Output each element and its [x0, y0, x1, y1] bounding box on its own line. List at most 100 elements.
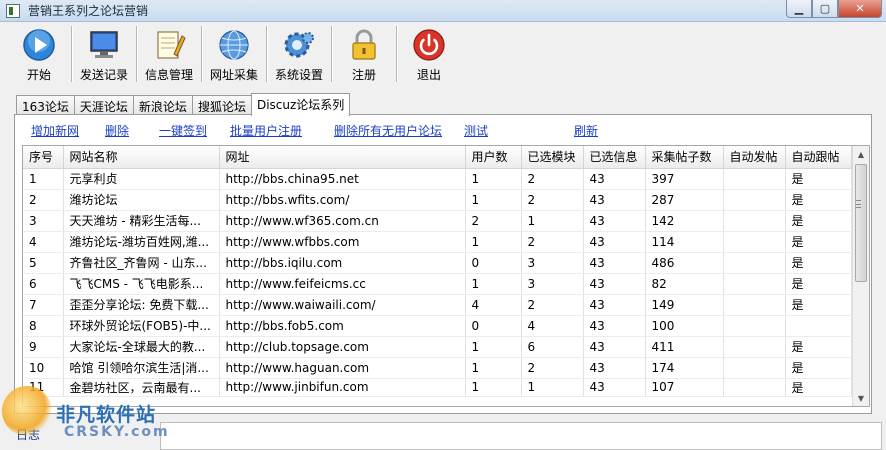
- col-index[interactable]: 序号: [23, 146, 64, 169]
- delete-link[interactable]: 删除: [105, 122, 129, 139]
- close-button[interactable]: ✕: [838, 0, 882, 18]
- forum-tabs: 163论坛 天涯论坛 新浪论坛 搜狐论坛 Discuz论坛系列: [16, 93, 351, 116]
- one-click-signin-link[interactable]: 一键签到: [159, 122, 207, 139]
- table-row[interactable]: 1 元享利贞 http://bbs.china95.net 1 2 43 397 是: [23, 168, 852, 190]
- scroll-thumb[interactable]: [855, 164, 867, 282]
- cell-auto-reply: 是: [785, 231, 852, 253]
- log-textbox[interactable]: [160, 422, 882, 450]
- cell-auto-post: [723, 231, 786, 253]
- cell-url: http://bbs.china95.net: [219, 168, 466, 190]
- send-log-button[interactable]: 发送记录: [73, 22, 135, 84]
- refresh-link[interactable]: 刷新: [574, 122, 598, 139]
- cell-auto-reply: 是: [785, 189, 852, 211]
- cell-auto-reply: 是: [785, 336, 852, 358]
- table-header: 序号 网站名称 网址 用户数 已选模块 已选信息 采集帖子数 自动发帖 自动跟帖: [23, 146, 852, 169]
- col-user-count[interactable]: 用户数: [465, 146, 522, 169]
- watermark-cn: 非凡软件站: [56, 404, 157, 426]
- register-button[interactable]: 注册: [333, 22, 395, 84]
- cell-selected-info: 43: [583, 231, 646, 253]
- cell-user-count: 1: [465, 231, 522, 253]
- cell-site-name: 歪歪分享论坛: 免费下载...: [63, 294, 220, 316]
- cell-user-count: 1: [465, 378, 522, 397]
- delete-no-user-forums-link[interactable]: 删除所有无用户论坛: [334, 122, 442, 139]
- tab-163[interactable]: 163论坛: [16, 95, 75, 116]
- col-collected-posts[interactable]: 采集帖子数: [645, 146, 724, 169]
- table-row[interactable]: 5 齐鲁社区_齐鲁网 - 山东... http://bbs.iqilu.com 0 3 4…: [23, 252, 852, 274]
- cell-collected-posts: 411: [645, 336, 724, 358]
- cell-selected-info: 43: [583, 273, 646, 295]
- table-row[interactable]: 9 大家论坛-全球最大的教... http://club.topsage.com 1 6…: [23, 336, 852, 358]
- forum-table: 序号 网站名称 网址 用户数 已选模块 已选信息 采集帖子数 自动发帖 自动跟帖…: [22, 145, 870, 407]
- cell-index: 3: [23, 210, 64, 232]
- vertical-scrollbar[interactable]: ▲ ▼: [852, 146, 869, 406]
- cell-collected-posts: 82: [645, 273, 724, 295]
- cell-index: 9: [23, 336, 64, 358]
- cell-index: 8: [23, 315, 64, 337]
- table-row[interactable]: 2 潍坊论坛 http://bbs.wfits.com/1 2 43 287 是: [23, 189, 852, 211]
- info-manage-button[interactable]: 信息管理: [138, 22, 200, 84]
- cell-site-name: 大家论坛-全球最大的教...: [63, 336, 220, 358]
- table-body: 1 元享利贞 http://bbs.china95.net 1 2 43 397 是 2 潍坊论坛…: [23, 168, 852, 397]
- cell-auto-post: [723, 378, 786, 397]
- table-row[interactable]: 6 飞飞CMS - 飞飞电影系... http://www.feifeicms.cc…: [23, 273, 852, 295]
- cell-url: http://www.haguan.com: [219, 357, 466, 379]
- window-controls: ▁ ▢ ✕: [786, 0, 882, 18]
- toolbar-separator: [331, 26, 332, 82]
- cell-selected-info: 43: [583, 378, 646, 397]
- url-collect-button[interactable]: 网址采集: [203, 22, 265, 84]
- globe-icon: [219, 30, 249, 60]
- table-row[interactable]: 7 歪歪分享论坛: 免费下载... http://www.waiwaili.com/…: [23, 294, 852, 316]
- cell-auto-post: [723, 273, 786, 295]
- cell-site-name: 哈馆 引领哈尔滨生活|消...: [63, 357, 220, 379]
- cell-auto-post: [723, 336, 786, 358]
- col-site-name[interactable]: 网站名称: [63, 146, 220, 169]
- tab-tianya[interactable]: 天涯论坛: [73, 95, 134, 116]
- col-selected-modules[interactable]: 已选模块: [521, 146, 584, 169]
- cell-user-count: 1: [465, 273, 522, 295]
- toolbar-separator: [266, 26, 267, 82]
- cell-selected-info: 43: [583, 294, 646, 316]
- table-row[interactable]: 8 环球外贸论坛(FOB5)-中... http://bbs.fob5.com 0 4 4…: [23, 315, 852, 337]
- col-auto-reply[interactable]: 自动跟帖: [785, 146, 852, 169]
- minimize-button[interactable]: ▁: [786, 0, 812, 18]
- add-site-link[interactable]: 增加新网: [31, 122, 79, 139]
- cell-selected-info: 43: [583, 168, 646, 190]
- col-auto-post[interactable]: 自动发帖: [723, 146, 786, 169]
- cell-selected-modules: 4: [521, 315, 584, 337]
- cell-url: http://www.feifeicms.cc: [219, 273, 466, 295]
- cell-user-count: 1: [465, 357, 522, 379]
- cell-auto-post: [723, 189, 786, 211]
- cell-user-count: 4: [465, 294, 522, 316]
- scroll-up-arrow-icon[interactable]: ▲: [853, 146, 869, 162]
- col-selected-info[interactable]: 已选信息: [583, 146, 646, 169]
- tab-sohu[interactable]: 搜狐论坛: [191, 95, 252, 116]
- app-icon: [6, 3, 20, 18]
- batch-register-link[interactable]: 批量用户注册: [230, 122, 302, 139]
- cell-collected-posts: 107: [645, 378, 724, 397]
- scroll-grip-icon: [856, 200, 861, 208]
- maximize-button[interactable]: ▢: [812, 0, 838, 18]
- table-row[interactable]: 10 哈馆 引领哈尔滨生活|消... http://www.haguan.com 1 2…: [23, 357, 852, 379]
- test-link[interactable]: 测试: [464, 122, 488, 139]
- col-url[interactable]: 网址: [219, 146, 466, 169]
- title-bar: 营销王系列之论坛营销 ▁ ▢ ✕: [0, 0, 886, 22]
- cell-site-name: 环球外贸论坛(FOB5)-中...: [63, 315, 220, 337]
- scroll-down-arrow-icon[interactable]: ▼: [853, 390, 869, 406]
- toolbar-separator: [201, 26, 202, 82]
- cell-url: http://bbs.fob5.com: [219, 315, 466, 337]
- toolbar-separator: [136, 26, 137, 82]
- cell-user-count: 1: [465, 189, 522, 211]
- table-row[interactable]: 3 天天潍坊 - 精彩生活每... http://www.wf365.com.cn 2…: [23, 210, 852, 232]
- cell-selected-info: 43: [583, 252, 646, 274]
- tab-sina[interactable]: 新浪论坛: [132, 95, 193, 116]
- register-label: 注册: [351, 68, 376, 82]
- table-row[interactable]: 4 潍坊论坛-潍坊百姓网,潍... http://www.wfbbs.com 1 2 43…: [23, 231, 852, 253]
- settings-button[interactable]: 系统设置: [268, 22, 330, 84]
- cell-index: 7: [23, 294, 64, 316]
- exit-button[interactable]: 退出: [398, 22, 460, 84]
- cell-auto-post: [723, 357, 786, 379]
- tab-discuz[interactable]: Discuz论坛系列: [250, 93, 351, 116]
- toolbar-separator: [71, 26, 72, 82]
- start-button[interactable]: 开始: [8, 22, 70, 84]
- cell-selected-info: 43: [583, 357, 646, 379]
